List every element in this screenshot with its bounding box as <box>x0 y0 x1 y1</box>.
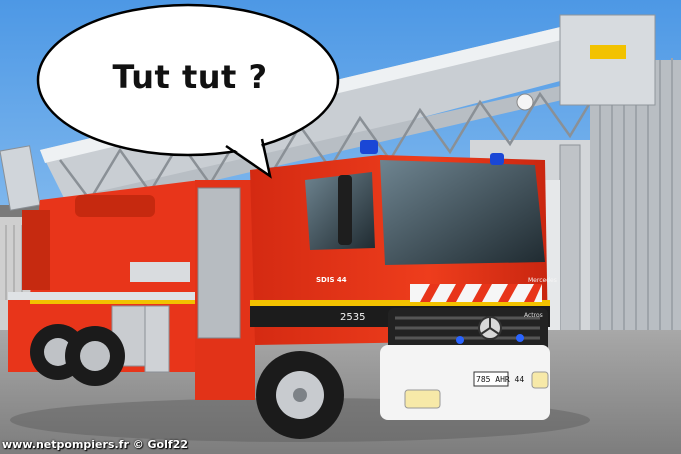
chevron-stripes <box>410 284 542 302</box>
cab-badge: Mercedes <box>528 277 557 284</box>
photo-credit: www.netpompiers.fr © Golf22 <box>2 438 188 451</box>
photo-scene: 2535 SDIS 44 Mercedes Actros 785 AHR 44 … <box>0 0 681 454</box>
front-wheel <box>256 351 344 439</box>
license-plate-text: 785 AHR 44 <box>476 375 524 384</box>
model-badge: Actros <box>524 312 543 319</box>
rear-wheel-2 <box>65 326 125 386</box>
speech-bubble-text: Tut tut ? <box>112 58 268 96</box>
sdis-door-marking: SDIS 44 <box>316 276 347 284</box>
fleet-number: 2535 <box>340 312 365 323</box>
